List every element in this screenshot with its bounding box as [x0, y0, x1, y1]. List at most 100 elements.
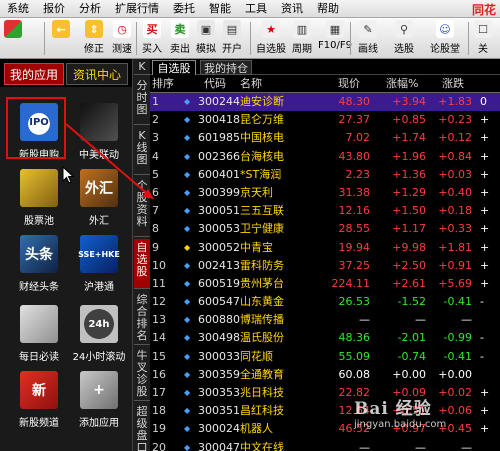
table-row[interactable]: 5 ◆ 600401 *ST海润 2.23 +1.36 +0.03 +: [150, 166, 500, 184]
column-header-price[interactable]: 现价: [338, 75, 360, 93]
app-tile-6[interactable]: 每日必读: [8, 299, 70, 365]
menu-item-4[interactable]: 委托: [166, 0, 202, 18]
toolbar-button-9[interactable]: ▥ 周期: [292, 20, 312, 57]
menu-item-6[interactable]: 工具: [238, 0, 274, 18]
toolbar-button-14[interactable]: ☐ 关: [474, 20, 492, 57]
collapse-toggle[interactable]: K: [134, 61, 150, 75]
vtab-3[interactable]: 自选股: [134, 239, 150, 289]
column-header-code[interactable]: 代码: [204, 75, 226, 93]
row-change-pct: +0.85: [392, 113, 426, 127]
app-tile-4[interactable]: 头条 财经头条: [8, 229, 70, 295]
toolbar-button-8[interactable]: ★ 自选股: [256, 20, 286, 57]
menu-item-7[interactable]: 资讯: [274, 0, 310, 18]
app-tile-1[interactable]: 中美联动: [68, 97, 130, 163]
row-index: 4: [152, 149, 159, 163]
row-change-pct: +9.98: [392, 240, 426, 254]
row-code: 600401: [198, 167, 240, 181]
toolbar-button-0[interactable]: [4, 20, 22, 57]
clock-24h-icon: 24h: [80, 305, 118, 343]
menu-item-3[interactable]: 扩展行情: [108, 0, 166, 18]
row-code: 300033: [198, 349, 240, 363]
row-name: 中文在线: [240, 440, 284, 451]
tab-my-holdings[interactable]: 我的持仓: [200, 60, 252, 75]
tab-news-center[interactable]: 资讯中心: [66, 63, 128, 85]
row-name: 昌红科技: [240, 404, 284, 418]
tab-watchlist[interactable]: 自选股: [152, 60, 196, 75]
row-index: 7: [152, 204, 159, 218]
toolbar-button-12[interactable]: ⚲ 选股: [394, 20, 414, 57]
toolbar-button-6[interactable]: ▣ 模拟: [196, 20, 216, 57]
buy-icon: 买: [143, 20, 161, 38]
app-tile-5[interactable]: SSE+HKE 沪港通: [68, 229, 130, 295]
row-extra: -: [480, 349, 484, 363]
table-row[interactable]: 10 ◆ 002413 雷科防务 37.25 +2.50 +0.91 +: [150, 257, 500, 275]
vtab-2[interactable]: 个股资料: [134, 177, 150, 237]
toolbar-button-10[interactable]: ▦ F10/F9: [318, 20, 352, 57]
app-label: 股票池: [24, 216, 54, 227]
table-row[interactable]: 9 ◆ 300052 中青宝 19.94 +9.98 +1.81 +: [150, 239, 500, 257]
toolbar-button-5[interactable]: 卖卖出: [170, 20, 190, 57]
table-row[interactable]: 13 ◆ 600880 博瑞传播 — — —: [150, 311, 500, 329]
toolbar-button-label: 选股: [394, 44, 414, 55]
diamond-icon: ◆: [184, 369, 191, 379]
app-tile-2[interactable]: 股票池: [8, 163, 70, 229]
menu-item-2[interactable]: 分析: [72, 0, 108, 18]
left-app-panel: 我的应用 资讯中心 IPO 新股申购 中美联动 股票池 外汇 外汇 头条 财经头条 SSE+HK…: [0, 59, 132, 451]
watchlist-icon: ★: [262, 20, 280, 38]
menu-item-1[interactable]: 报价: [36, 0, 72, 18]
column-header-index[interactable]: 排序: [152, 75, 174, 93]
table-row[interactable]: 1 ◆ 300244 迪安诊断 48.30 +3.94 +1.83 0: [150, 93, 500, 112]
menu-item-8[interactable]: 帮助: [310, 0, 346, 18]
vtab-6[interactable]: 超级盘口: [134, 403, 150, 451]
table-row[interactable]: 4 ◆ 002366 台海核电 43.80 +1.96 +0.84 +: [150, 148, 500, 166]
column-header-change[interactable]: 涨跌: [442, 75, 464, 93]
table-row[interactable]: 8 ◆ 300053 卫宁健康 28.55 +1.17 +0.33 +: [150, 220, 500, 238]
row-code: 002413: [198, 258, 240, 272]
app-tile-7[interactable]: 24h 24小时滚动: [68, 299, 130, 365]
app-tile-glyph: SSE+HKE: [78, 249, 120, 259]
app-tile-9[interactable]: + 添加应用: [68, 365, 130, 431]
diamond-icon: ◆: [184, 151, 191, 161]
toolbar-button-13[interactable]: ☺ 论股堂: [430, 20, 460, 57]
toolbar-button-label: 卖出: [170, 44, 190, 55]
f10-icon: ▦: [325, 20, 344, 38]
menu-item-0[interactable]: 系统: [0, 0, 36, 18]
row-name: 机器人: [240, 422, 273, 436]
table-row[interactable]: 16 ◆ 300359 全通教育 60.08 +0.00 +0.00: [150, 366, 500, 384]
toolbar-button-3[interactable]: ◷ 测速: [112, 20, 132, 57]
vtab-1[interactable]: K线图: [134, 127, 150, 175]
row-code: 300051: [198, 204, 240, 218]
vtab-0[interactable]: 分时图: [134, 77, 150, 125]
table-row[interactable]: 11 ◆ 600519 贵州茅台 224.11 +2.61 +5.69 +: [150, 275, 500, 293]
app-tile-8[interactable]: 新新股频道: [8, 365, 70, 431]
row-index: 11: [152, 276, 166, 290]
column-header-change-pct[interactable]: 涨幅%: [386, 75, 418, 93]
app-tile-3[interactable]: 外汇 外汇: [68, 163, 130, 229]
table-row[interactable]: 12 ◆ 600547 山东黄金 26.53 -1.52 -0.41-: [150, 293, 500, 311]
toolbar-button-11[interactable]: ✎ 画线: [358, 20, 378, 57]
toolbar-button-4[interactable]: 买买入: [142, 20, 162, 57]
table-row[interactable]: 3 ◆ 601985 中国核电 7.02 +1.74 +0.12 +: [150, 129, 500, 147]
table-row[interactable]: 7 ◆ 300051 三五互联 12.16 +1.50 +0.18 +: [150, 202, 500, 220]
table-row[interactable]: 2 ◆ 300418 昆仑万维 27.37 +0.85 +0.23 +: [150, 111, 500, 129]
menu-item-5[interactable]: 智能: [202, 0, 238, 18]
table-row[interactable]: 20 ◆ 300047 中文在线 — — —: [150, 439, 500, 451]
row-extra: +: [480, 240, 490, 254]
row-extra: +: [480, 276, 490, 290]
toolbar-separator: [250, 22, 251, 55]
table-row[interactable]: 6 ◆ 300399 京天利 31.38 +1.29 +0.40 +: [150, 184, 500, 202]
row-index: 17: [152, 386, 166, 399]
row-index: 8: [152, 222, 159, 236]
vtab-5[interactable]: 牛叉诊股: [134, 347, 150, 401]
row-change-pct: —: [415, 313, 426, 327]
table-row[interactable]: 15 ◆ 300033 同花顺 55.09 -0.74 -0.41-: [150, 348, 500, 366]
column-header-name[interactable]: 名称: [240, 75, 262, 93]
table-row[interactable]: 14 ◆ 300498 温氏股份 48.36 -2.01 -0.99-: [150, 329, 500, 347]
vtab-4[interactable]: 综合排名: [134, 291, 150, 345]
tab-my-apps[interactable]: 我的应用: [4, 63, 64, 85]
toolbar-button-7[interactable]: ▤ 开户: [222, 20, 242, 57]
toolbar-button-1[interactable]: ←: [52, 20, 70, 57]
row-change-pct: —: [415, 440, 426, 451]
toolbar-button-2[interactable]: ⇕ 修正: [84, 20, 104, 57]
app-tile-glyph: +: [93, 382, 105, 398]
